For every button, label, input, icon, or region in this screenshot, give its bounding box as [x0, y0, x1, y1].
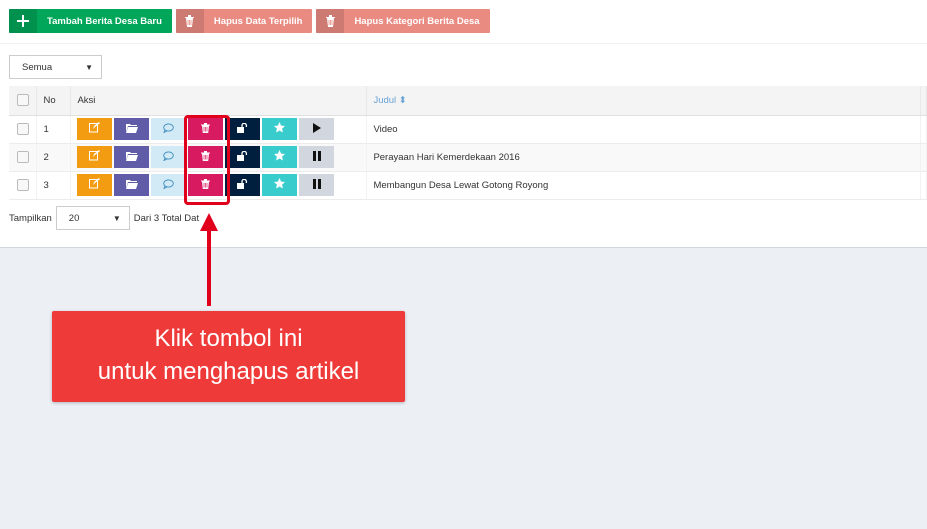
news-table: No Aksi Judul ⬍ 1 Video 2 Perayaan Hari Kem…: [9, 86, 927, 200]
row-checkbox[interactable]: [17, 151, 29, 163]
header-aksi: Aksi: [70, 86, 368, 116]
row-actions-cell: [70, 115, 368, 144]
select-all-checkbox[interactable]: [17, 94, 29, 107]
delete-button[interactable]: [188, 146, 224, 168]
comment-icon: [163, 178, 175, 192]
unlock-icon: [236, 178, 249, 192]
pause-icon: [312, 150, 321, 164]
row-number: 2: [36, 143, 72, 172]
slider-toggle-button[interactable]: [299, 118, 335, 140]
table-row: 3 Membangun Desa Lewat Gotong Royong: [9, 171, 927, 200]
instruction-callout: Klik tombol ini untuk menghapus artikel: [52, 311, 405, 402]
row-number: 3: [36, 171, 72, 200]
row-title: Membangun Desa Lewat Gotong Royong: [366, 171, 921, 200]
edit-icon: [89, 122, 101, 136]
edit-icon: [89, 178, 101, 192]
delete-category-label: Hapus Kategori Berita Desa: [354, 15, 480, 27]
trash-icon: [201, 122, 211, 136]
category-button[interactable]: [114, 174, 150, 196]
lock-toggle-button[interactable]: [225, 146, 261, 168]
total-text: Dari 3 Total Dat: [133, 212, 200, 224]
select-all-cell: [9, 86, 38, 116]
row-title: Perayaan Hari Kemerdekaan 2016: [366, 143, 921, 172]
arrow-line: [207, 228, 211, 306]
unlock-icon: [236, 122, 249, 136]
comment-icon: [163, 122, 175, 136]
delete-selected-button[interactable]: Hapus Data Terpilih: [175, 9, 313, 33]
page-size-select[interactable]: 20 ▼: [55, 206, 130, 230]
row-select-cell: [9, 143, 38, 172]
edit-button[interactable]: [77, 174, 113, 196]
edit-button[interactable]: [77, 118, 113, 140]
divider: [0, 43, 927, 44]
header-extra: [920, 86, 927, 116]
caret-down-icon: ▼: [85, 62, 93, 72]
slider-toggle-button[interactable]: [299, 174, 335, 196]
table-header-row: No Aksi Judul ⬍: [9, 86, 927, 116]
callout-line-1: Klik tombol ini: [154, 325, 303, 352]
lock-toggle-button[interactable]: [225, 118, 261, 140]
header-judul: Judul: [373, 94, 397, 106]
folder-open-icon: [125, 179, 138, 192]
comment-button[interactable]: [151, 174, 187, 196]
trash-icon: [201, 150, 211, 164]
table-row: 1 Video: [9, 115, 927, 144]
page-size-value: 20: [68, 212, 80, 224]
content-panel: Tambah Berita Desa Baru Hapus Data Terpi…: [0, 0, 927, 248]
delete-category-button[interactable]: Hapus Kategori Berita Desa: [316, 9, 490, 33]
play-icon: [312, 122, 321, 136]
caret-down-icon: ▼: [112, 213, 121, 223]
delete-selected-label: Hapus Data Terpilih: [213, 15, 303, 27]
toolbar: Tambah Berita Desa Baru Hapus Data Terpi…: [9, 9, 490, 33]
folder-open-icon: [125, 151, 138, 164]
edit-icon: [89, 150, 101, 164]
row-checkbox[interactable]: [17, 179, 29, 191]
trash-icon: [175, 9, 204, 33]
status-filter-value: Semua: [22, 61, 53, 73]
row-extra: [920, 143, 927, 172]
delete-button[interactable]: [188, 174, 224, 196]
row-select-cell: [9, 115, 38, 144]
add-news-button[interactable]: Tambah Berita Desa Baru: [9, 9, 172, 33]
lock-toggle-button[interactable]: [225, 174, 261, 196]
comment-button[interactable]: [151, 146, 187, 168]
table-footer: Tampilkan 20 ▼ Dari 3 Total Dat: [9, 206, 199, 230]
trash-icon: [316, 9, 345, 33]
delete-button[interactable]: [188, 118, 224, 140]
plus-icon: [9, 9, 37, 33]
row-checkbox[interactable]: [17, 123, 29, 135]
unlock-icon: [236, 150, 249, 164]
row-extra: [920, 171, 927, 200]
add-news-label: Tambah Berita Desa Baru: [47, 15, 162, 27]
status-filter-select[interactable]: Semua ▼: [9, 55, 102, 79]
star-icon: [274, 122, 286, 136]
row-actions-cell: [70, 143, 368, 172]
row-actions-cell: [70, 171, 368, 200]
star-icon: [274, 150, 286, 164]
star-icon: [274, 178, 286, 192]
row-number: 1: [36, 115, 72, 144]
row-select-cell: [9, 171, 38, 200]
row-extra: [920, 115, 927, 144]
table-row: 2 Perayaan Hari Kemerdekaan 2016: [9, 143, 927, 172]
folder-open-icon: [125, 123, 138, 136]
category-button[interactable]: [114, 118, 150, 140]
category-button[interactable]: [114, 146, 150, 168]
comment-icon: [163, 150, 175, 164]
sort-judul-link[interactable]: Judul ⬍: [373, 95, 406, 106]
sort-icon: ⬍: [398, 94, 407, 106]
headline-button[interactable]: [262, 174, 298, 196]
trash-icon: [201, 178, 211, 192]
comment-button[interactable]: [151, 118, 187, 140]
header-no: No: [36, 86, 72, 116]
pause-icon: [312, 178, 321, 192]
edit-button[interactable]: [77, 146, 113, 168]
header-judul-cell[interactable]: Judul ⬍: [366, 86, 921, 116]
headline-button[interactable]: [262, 146, 298, 168]
row-title: Video: [366, 115, 921, 144]
callout-line-2: untuk menghapus artikel: [97, 358, 360, 385]
slider-toggle-button[interactable]: [299, 146, 335, 168]
headline-button[interactable]: [262, 118, 298, 140]
show-label: Tampilkan: [9, 212, 52, 224]
